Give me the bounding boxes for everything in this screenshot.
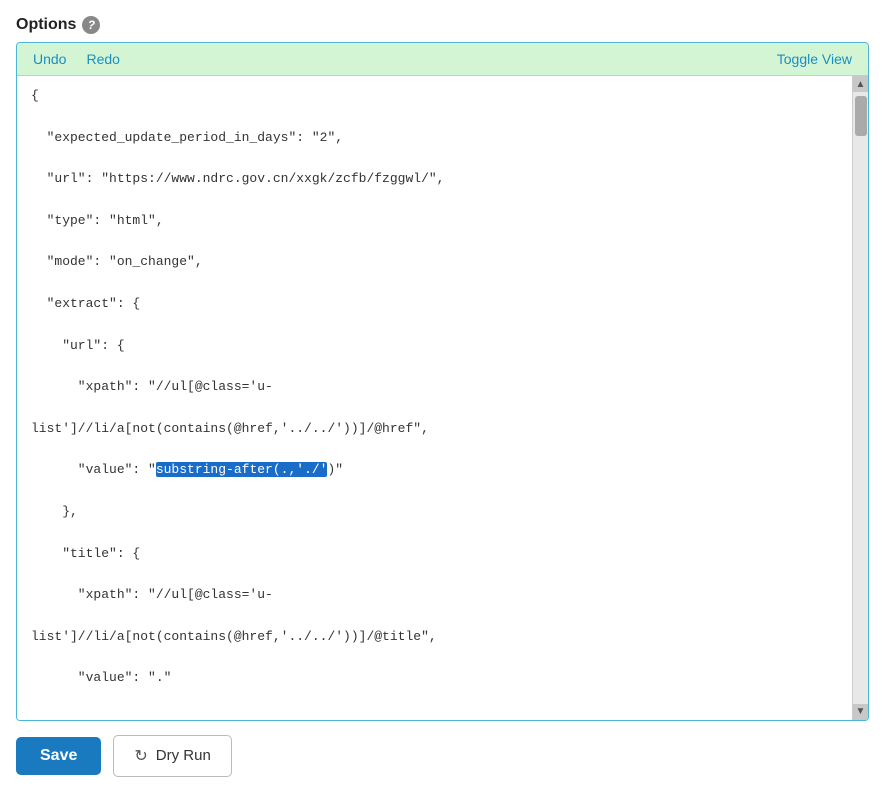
scrollbar-down-arrow[interactable]: ▼ — [853, 704, 868, 720]
code-line: "value": "substring-after(.,'./')" — [31, 460, 838, 481]
code-line: "title": { — [31, 544, 838, 565]
footer: Save ↻ Dry Run — [16, 735, 869, 777]
code-line: "xpath": "//ul[@class='u- — [31, 377, 838, 398]
options-header: Options ? — [16, 16, 869, 34]
code-line: "mode": "on_change", — [31, 252, 838, 273]
toolbar-left: Undo Redo — [29, 49, 124, 69]
code-line: "value": "." — [31, 668, 838, 689]
code-line: "url": "https://www.ndrc.gov.cn/xxgk/zcf… — [31, 169, 838, 190]
redo-button[interactable]: Redo — [82, 49, 123, 69]
code-line: "expected_update_period_in_days": "2", — [31, 128, 838, 149]
toolbar: Undo Redo Toggle View — [17, 43, 868, 76]
code-line: { — [31, 86, 838, 107]
help-icon[interactable]: ? — [82, 16, 100, 34]
highlighted-text: substring-after(.,'./' — [156, 462, 328, 477]
code-line: list']//li/a[not(contains(@href,'../../'… — [31, 419, 838, 440]
code-line: list']//li/a[not(contains(@href,'../../'… — [31, 627, 838, 648]
code-line: "xpath": "//ul[@class='u- — [31, 585, 838, 606]
code-area-wrapper: { "expected_update_period_in_days": "2",… — [17, 76, 868, 720]
code-editor[interactable]: { "expected_update_period_in_days": "2",… — [17, 76, 852, 720]
code-line: "url": { — [31, 336, 838, 357]
dry-run-button[interactable]: ↻ Dry Run — [113, 735, 231, 777]
code-line: "extract": { — [31, 294, 838, 315]
options-title: Options — [16, 16, 76, 34]
save-button[interactable]: Save — [16, 737, 101, 775]
scrollbar-thumb[interactable] — [855, 96, 867, 136]
scrollbar-up-arrow[interactable]: ▲ — [853, 76, 868, 92]
dry-run-label: Dry Run — [156, 747, 211, 764]
undo-button[interactable]: Undo — [29, 49, 70, 69]
toggle-view-button[interactable]: Toggle View — [773, 49, 856, 69]
editor-wrapper: Undo Redo Toggle View { "expected_update… — [16, 42, 869, 721]
code-line: }, — [31, 502, 838, 523]
scrollbar-track: ▲ ▼ — [852, 76, 868, 720]
code-line: "type": "html", — [31, 211, 838, 232]
main-container: Options ? Undo Redo Toggle View { "expec… — [0, 0, 885, 793]
refresh-icon: ↻ — [134, 746, 147, 766]
